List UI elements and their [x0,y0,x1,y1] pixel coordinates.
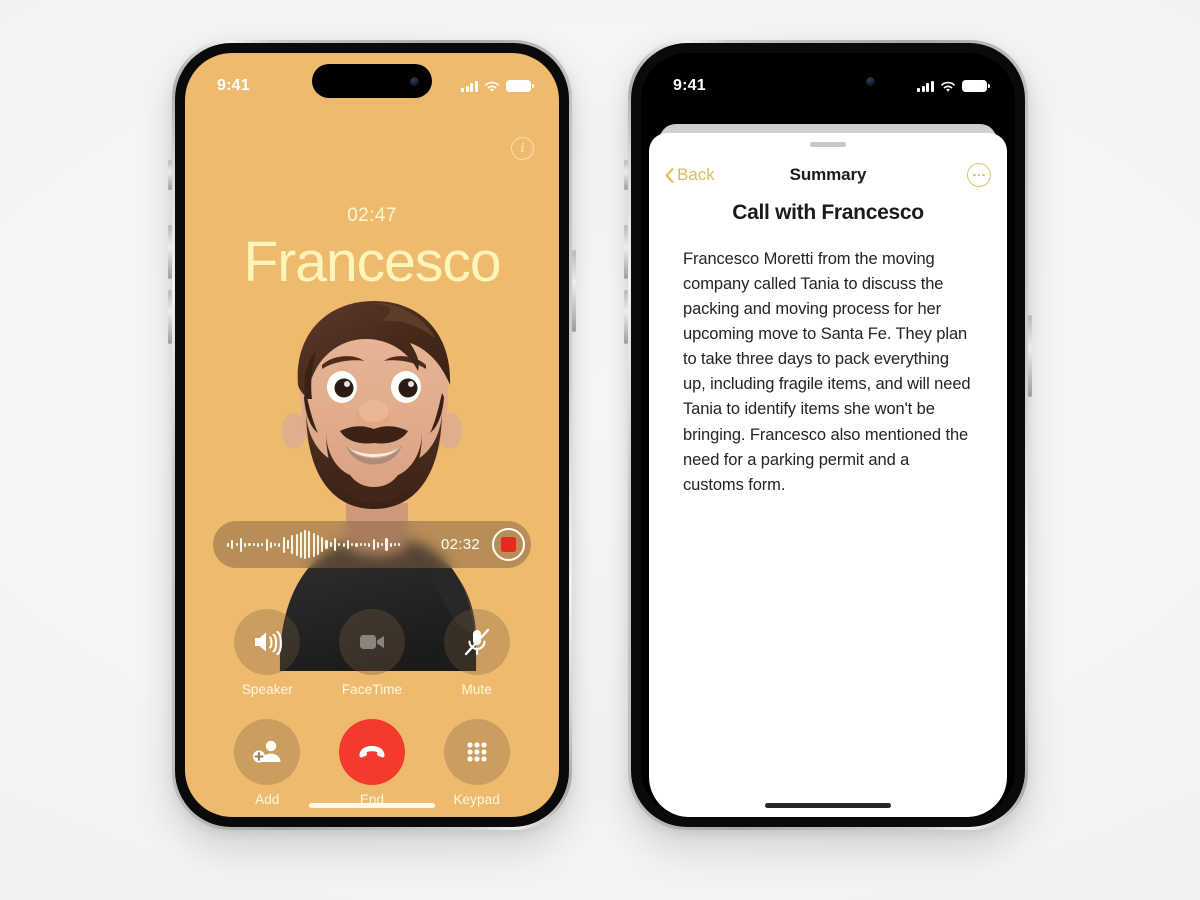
scene-background: 9:41 i 02:47 Francesco 02:32 Speaker Fac… [0,0,1200,900]
silence-switch[interactable] [168,160,172,190]
speaker-wave-icon [255,630,283,656]
add-call-button-label: Add [255,792,280,807]
sheet-navigation-bar: Back Summary [649,155,1007,195]
facetime-button-circle[interactable] [338,609,405,675]
summary-screen: 9:41 Back Summary Call with Francesco Fr… [641,53,1015,817]
status-bar-indicators [917,79,990,93]
speaker-button-label: Speaker [241,682,293,697]
status-bar-indicators [461,79,534,93]
speaker-button-circle[interactable] [234,609,301,675]
keypad-button-circle[interactable] [443,719,510,785]
audio-waveform-icon [227,530,433,560]
add-call-button-circle[interactable] [234,719,301,785]
speaker-button[interactable]: Speaker [215,609,320,697]
wifi-icon [940,80,956,92]
side-power-button[interactable] [1028,315,1032,397]
status-bar-time: 9:41 [673,77,706,94]
summary-content: Call with Francesco Francesco Moretti fr… [649,201,1007,498]
volume-up-button[interactable] [624,225,628,279]
dynamic-island [768,64,888,98]
add-call-button[interactable]: Add [215,719,320,807]
volume-down-button[interactable] [624,290,628,344]
home-indicator[interactable] [765,803,891,808]
call-duration: 02:47 [347,205,397,226]
dynamic-island [312,64,432,98]
volume-up-button[interactable] [168,225,172,279]
home-indicator[interactable] [309,803,435,808]
recording-pill[interactable]: 02:32 [213,521,531,568]
device-bezel: 9:41 [631,43,1025,827]
side-power-button[interactable] [572,250,576,332]
iphone-summary-screen-device: 9:41 Back Summary Call with Francesco Fr… [624,40,1032,830]
facetime-button[interactable]: FaceTime [320,609,425,697]
facetime-button-label: FaceTime [341,682,403,697]
stop-record-icon[interactable] [492,528,525,561]
ellipsis-circle-icon[interactable] [967,163,991,187]
signal-bars-icon [461,80,478,92]
keypad-button-label: Keypad [453,792,500,807]
back-button[interactable]: Back [665,165,715,185]
summary-heading: Call with Francesco [732,201,924,224]
mute-button-label: Mute [461,682,492,697]
status-bar-time: 9:41 [217,77,250,94]
battery-full-icon [506,79,534,93]
recording-elapsed: 02:32 [440,536,480,553]
sheet-grabber-handle[interactable] [810,142,846,147]
front-camera-icon [410,76,419,86]
end-call-button-circle[interactable] [338,719,405,785]
call-controls-grid: Speaker FaceTime Mute Add End Keypad [215,609,529,807]
chevron-left-icon [665,167,674,183]
summary-sheet: Back Summary Call with Francesco Frances… [649,133,1007,817]
silence-switch[interactable] [624,160,628,190]
info-icon[interactable]: i [511,137,534,160]
signal-bars-icon [917,80,934,92]
mute-button-circle[interactable] [443,609,510,675]
microphone-slash-icon [464,628,489,656]
volume-down-button[interactable] [168,290,172,344]
wifi-icon [484,80,500,92]
keypad-button[interactable]: Keypad [424,719,529,807]
video-camera-icon [359,635,384,649]
call-screen: 9:41 i 02:47 Francesco 02:32 Speaker Fac… [185,53,559,817]
end-call-button[interactable]: End [320,719,425,807]
keypad-grid-icon [467,742,487,762]
iphone-call-screen-device: 9:41 i 02:47 Francesco 02:32 Speaker Fac… [168,40,576,830]
front-camera-icon [866,76,875,86]
back-button-label: Back [677,165,715,184]
caller-name: Francesco [243,230,501,294]
summary-body-text: Francesco Moretti from the moving compan… [683,250,971,494]
mute-button[interactable]: Mute [424,609,529,697]
person-add-icon [253,740,281,763]
phone-down-icon [359,746,385,758]
device-bezel: 9:41 [175,43,569,827]
battery-full-icon [962,79,990,93]
